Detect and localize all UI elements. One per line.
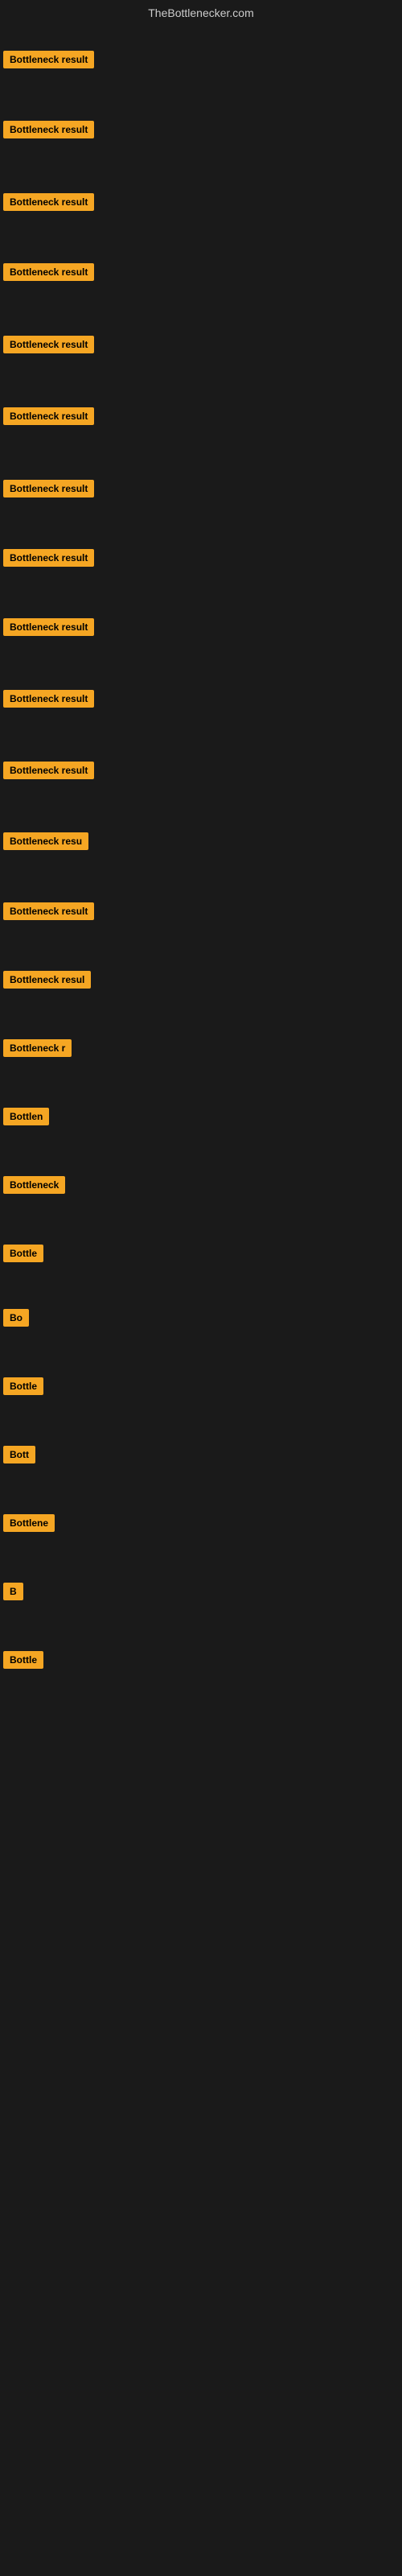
bottleneck-badge-2[interactable]: Bottleneck result [3,121,94,138]
result-row-16: Bottlen [0,1103,52,1134]
result-row-21: Bott [0,1441,39,1472]
result-row-1: Bottleneck result [0,46,97,77]
bottleneck-badge-13[interactable]: Bottleneck result [3,902,94,920]
result-row-7: Bottleneck result [0,475,97,506]
result-row-15: Bottleneck r [0,1034,75,1066]
bottleneck-badge-16[interactable]: Bottlen [3,1108,49,1125]
bottleneck-badge-22[interactable]: Bottlene [3,1514,55,1532]
bottleneck-badge-23[interactable]: B [3,1583,23,1600]
result-row-4: Bottleneck result [0,258,97,290]
bottleneck-badge-17[interactable]: Bottleneck [3,1176,65,1194]
result-row-20: Bottle [0,1373,47,1404]
result-row-23: B [0,1578,27,1609]
result-row-6: Bottleneck result [0,402,97,434]
site-title: TheBottlenecker.com [0,0,402,23]
result-row-24: Bottle [0,1646,47,1678]
bottleneck-badge-24[interactable]: Bottle [3,1651,43,1669]
bottleneck-badge-21[interactable]: Bott [3,1446,35,1463]
bottleneck-badge-18[interactable]: Bottle [3,1245,43,1262]
result-row-18: Bottle [0,1240,47,1271]
result-row-9: Bottleneck result [0,613,97,645]
result-row-3: Bottleneck result [0,188,97,220]
result-row-14: Bottleneck resul [0,966,94,997]
bottleneck-badge-10[interactable]: Bottleneck result [3,690,94,708]
bottleneck-badge-15[interactable]: Bottleneck r [3,1039,72,1057]
bottleneck-badge-19[interactable]: Bo [3,1309,29,1327]
page-container: TheBottlenecker.com Bottleneck result Bot… [0,0,402,2576]
bottleneck-badge-12[interactable]: Bottleneck resu [3,832,88,850]
result-row-22: Bottlene [0,1509,58,1541]
result-row-13: Bottleneck result [0,898,97,929]
bottleneck-badge-11[interactable]: Bottleneck result [3,762,94,779]
bottleneck-badge-4[interactable]: Bottleneck result [3,263,94,281]
result-row-11: Bottleneck result [0,757,97,788]
result-row-10: Bottleneck result [0,685,97,716]
result-row-19: Bo [0,1304,32,1335]
result-row-17: Bottleneck [0,1171,68,1203]
result-row-2: Bottleneck result [0,116,97,147]
bottleneck-badge-7[interactable]: Bottleneck result [3,480,94,497]
result-row-12: Bottleneck resu [0,828,92,859]
bottleneck-badge-8[interactable]: Bottleneck result [3,549,94,567]
bottleneck-badge-6[interactable]: Bottleneck result [3,407,94,425]
bottleneck-badge-1[interactable]: Bottleneck result [3,51,94,68]
bottleneck-badge-3[interactable]: Bottleneck result [3,193,94,211]
bottleneck-badge-14[interactable]: Bottleneck resul [3,971,91,989]
result-row-8: Bottleneck result [0,544,97,576]
result-row-5: Bottleneck result [0,331,97,362]
bottleneck-badge-9[interactable]: Bottleneck result [3,618,94,636]
bottleneck-badge-20[interactable]: Bottle [3,1377,43,1395]
bottleneck-badge-5[interactable]: Bottleneck result [3,336,94,353]
